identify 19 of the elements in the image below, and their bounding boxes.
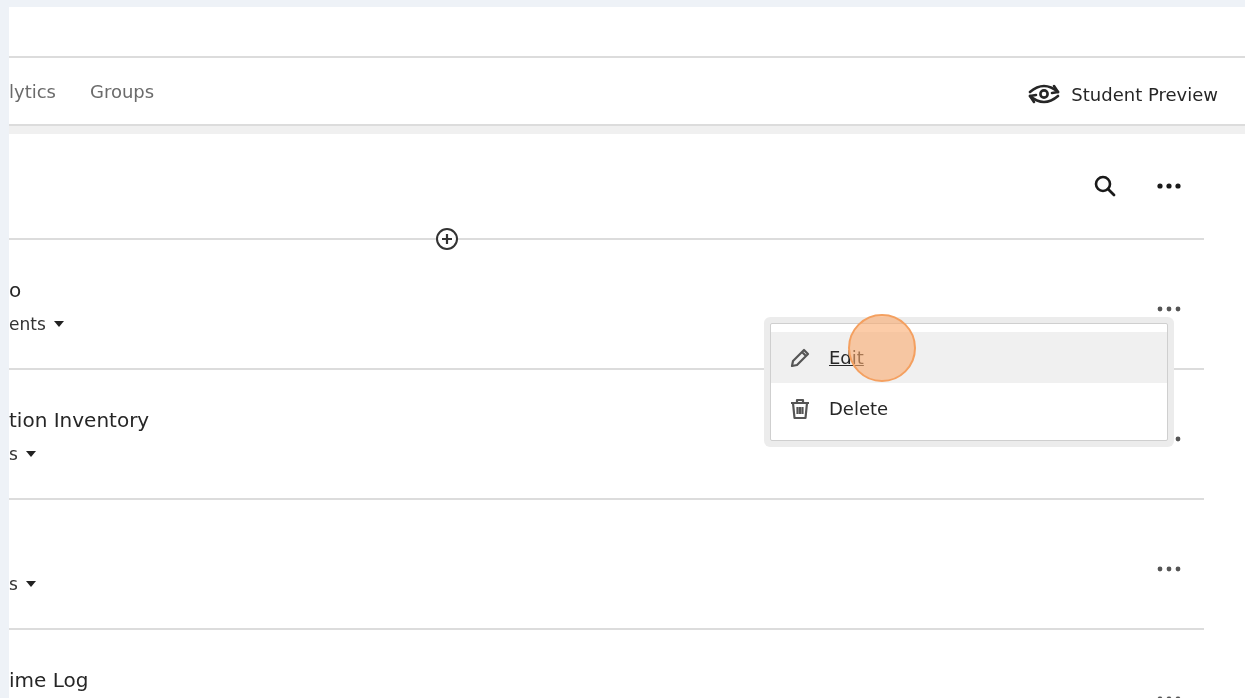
more-icon[interactable] [1157,183,1181,189]
caret-icon [53,321,64,327]
item-title[interactable]: ime Log [9,668,89,692]
nav-tab[interactable]: lytics [9,80,56,102]
nav-tab[interactable]: Groups [90,80,155,102]
item-title[interactable]: tion Inventory [9,408,150,432]
more-icon[interactable] [1157,306,1181,312]
visibility-dropdown[interactable]: ents [9,312,64,336]
menu-item[interactable]: Delete [771,383,1167,434]
visibility-dropdown[interactable]: s [9,572,36,596]
add-icon[interactable] [435,227,459,251]
caret-icon [25,581,36,587]
trash-icon [788,396,812,421]
visibility-dropdown[interactable]: s [9,442,150,466]
caret-icon [25,451,36,457]
student-preview-button[interactable]: Student Preview [1026,82,1218,106]
item-title[interactable]: o [9,278,22,302]
more-icon[interactable] [1157,566,1181,572]
search-icon[interactable] [1093,174,1117,198]
